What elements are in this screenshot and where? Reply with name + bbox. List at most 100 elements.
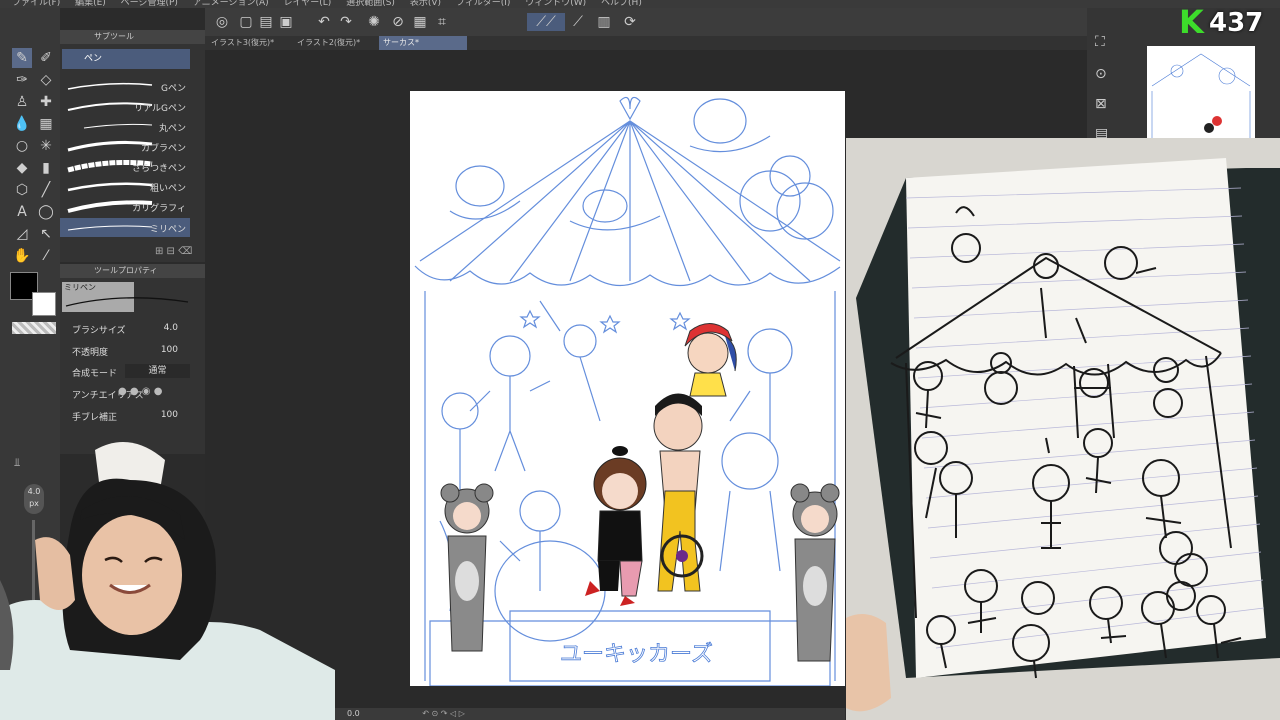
undo-icon[interactable]: ↶ [315,13,333,31]
save-file-icon[interactable]: ▣ [277,13,295,31]
line-tool-icon[interactable]: ╱ [36,180,56,200]
drawing-canvas[interactable]: ユーキッカーズ [410,91,845,686]
antialias-options[interactable]: ● ● ◉ ● [118,386,190,400]
search-icon[interactable]: ⊙ [1095,66,1121,88]
menu-view[interactable]: 表示(V) [410,0,441,8]
paper-sketch-drawing [846,138,1280,720]
menu-help[interactable]: ヘルプ(H) [601,0,642,8]
frame-tool-icon[interactable]: ▦ [36,114,56,134]
blend-mode-row[interactable]: 合成モード 通常 [60,363,200,381]
brush-stroke-preview [67,225,153,231]
new-file-icon[interactable]: ▢ [237,13,255,31]
fill-tool-icon[interactable]: ◆ [12,158,32,178]
menu-window[interactable]: ウィンドウ(W) [525,0,586,8]
menu-filter[interactable]: フィルター(I) [456,0,511,8]
text-tool-icon[interactable]: A [12,202,32,222]
operation-tool-icon[interactable]: ↖ [36,224,56,244]
opacity-row[interactable]: 不透明度 100 [60,342,200,360]
brush-size-field[interactable]: 4.0 [164,323,178,333]
tab-circus[interactable]: サーカス* [379,36,467,50]
transform-icon[interactable]: ⌗ [433,13,451,31]
brush-kabura-pen[interactable]: カブラペン [60,137,190,156]
brush-label: 丸ペン [158,124,186,134]
move-layer-icon[interactable]: ⬡ [12,180,32,200]
open-file-icon[interactable]: ▤ [257,13,275,31]
brush-size-row[interactable]: ブラシサイズ 4.0 [60,320,200,338]
pen-tool-icon[interactable]: ✎ [12,48,32,68]
sub-color-swatch[interactable] [32,292,56,316]
brush-milli-pen[interactable]: ミリペン [60,218,190,237]
brush-arai-pen[interactable]: 粗いペン [60,177,190,196]
brush-g-pen[interactable]: Gペン [60,77,190,96]
brush-real-g-pen[interactable]: リアルGペン [60,97,190,116]
pencil-tool-icon[interactable]: ✐ [36,48,56,68]
menu-animation[interactable]: アニメーション(A) [193,0,269,8]
tab-illust2[interactable]: イラスト2(復元)* [293,36,379,50]
k-logo: K [1179,3,1204,41]
brush-label: ミリペン [149,225,186,235]
assets-icon[interactable]: ▥ [595,13,613,31]
canvas-status-bar: 0.0 ↶ ⊙ ↷ ◁ ▷ [335,708,845,720]
eraser-tool-icon[interactable]: ◇ [36,70,56,90]
brush-calligraphy[interactable]: カリグラフィ [60,197,190,216]
viewer-counter: K 437 [1175,4,1280,40]
menu-page[interactable]: ページ管理(P) [121,0,178,8]
subtool-tab[interactable]: サブツール [60,30,205,44]
opacity-label: 不透明度 [72,348,109,358]
tab-illust3[interactable]: イラスト3(復元)* [207,36,293,50]
antialias-row[interactable]: アンチエイリアス ● ● ◉ ● [60,385,200,403]
paper-sketch-camera [846,138,1280,720]
menu-layer[interactable]: レイヤー(L) [284,0,332,8]
brush-stroke-preview [83,123,153,129]
balloon-tool-icon[interactable]: ◯ [36,202,56,222]
eyedropper-tool-icon[interactable]: ⁄ [36,246,56,266]
brush-size-label: ブラシサイズ [72,326,126,336]
blend-mode-select[interactable]: 通常 [125,364,190,378]
blend-tool-icon[interactable]: 💧 [12,114,32,134]
tool-property-tab[interactable]: ツールプロパティ [60,264,205,278]
loading-icon[interactable]: ✺ [365,13,383,31]
brush-label: カブラペン [140,144,186,154]
navigator-preview [1151,53,1251,138]
stage-sign-text: ユーキッカーズ [560,642,713,667]
decoration-tool-icon[interactable]: ✚ [36,92,56,112]
redo-icon[interactable]: ↷ [337,13,355,31]
zoom-value[interactable]: 0.0 [347,709,360,718]
subtool-group-selected[interactable]: ペン [62,49,190,69]
gradient-tool-icon[interactable]: ▮ [36,158,56,178]
viewer-count: 437 [1209,8,1264,38]
snap-ruler-icon[interactable]: ⟋⟋ [527,13,565,31]
menu-selection[interactable]: 選択範囲(S) [346,0,395,8]
fill-selection-icon[interactable]: ▦ [411,13,429,31]
brush-zaratsuki-pen[interactable]: さらつきペン [60,157,190,176]
brush-maru-pen[interactable]: 丸ペン [60,117,190,136]
navigator-thumbnail[interactable] [1147,46,1255,138]
brush-label: カリグラフィ [132,204,186,214]
hand-tool-icon[interactable]: ✋ [12,246,32,266]
document-tabs: イラスト3(復元)* イラスト2(復元)* サーカス* [205,36,1087,50]
streamer-video [0,442,335,720]
clear-icon[interactable]: ⊘ [389,13,407,31]
airbrush-tool-icon[interactable]: ♙ [12,92,32,112]
menu-edit[interactable]: 編集(E) [75,0,106,8]
subtool-panel: サブツール ペン Gペン リアルGペン 丸ペン カブラペン さらつきペン 粗いペ… [60,30,205,262]
brush-preview-stroke [65,297,189,307]
circus-sketch-artwork: ユーキッカーズ [414,96,841,686]
accessibility-icon[interactable]: ⛶ [1095,34,1121,56]
brush-tool-icon[interactable]: ✑ [12,70,32,90]
clip-studio-assets-icon[interactable]: ⟳ [621,13,639,31]
opacity-field[interactable]: 100 [161,345,178,355]
property-icon[interactable]: ⊠ [1095,96,1121,118]
ruler-tool-icon[interactable]: ◿ [12,224,32,244]
brush-label: 粗いペン [149,184,186,194]
clip-studio-icon[interactable]: ◎ [213,13,231,31]
rotate-controls[interactable]: ↶ ⊙ ↷ ◁ ▷ [422,709,465,718]
subtool-footer-icons[interactable]: ⊞ ⊟ ⌫ [155,246,192,257]
command-bar: ◎ ▢ ▤ ▣ ↶ ↷ ✺ ⊘ ▦ ⌗ ⟋⟋ ⟋ ▥ ⟳ [205,8,1087,36]
transparent-color-swatch[interactable] [12,322,56,334]
snap-special-icon[interactable]: ⟋ [569,13,587,31]
menubar: ファイル(F) 編集(E) ページ管理(P) アニメーション(A) レイヤー(L… [0,0,1280,8]
lasso-tool-icon[interactable]: ○ [12,136,32,156]
auto-select-icon[interactable]: ✳ [36,136,56,156]
menu-file[interactable]: ファイル(F) [12,0,60,8]
